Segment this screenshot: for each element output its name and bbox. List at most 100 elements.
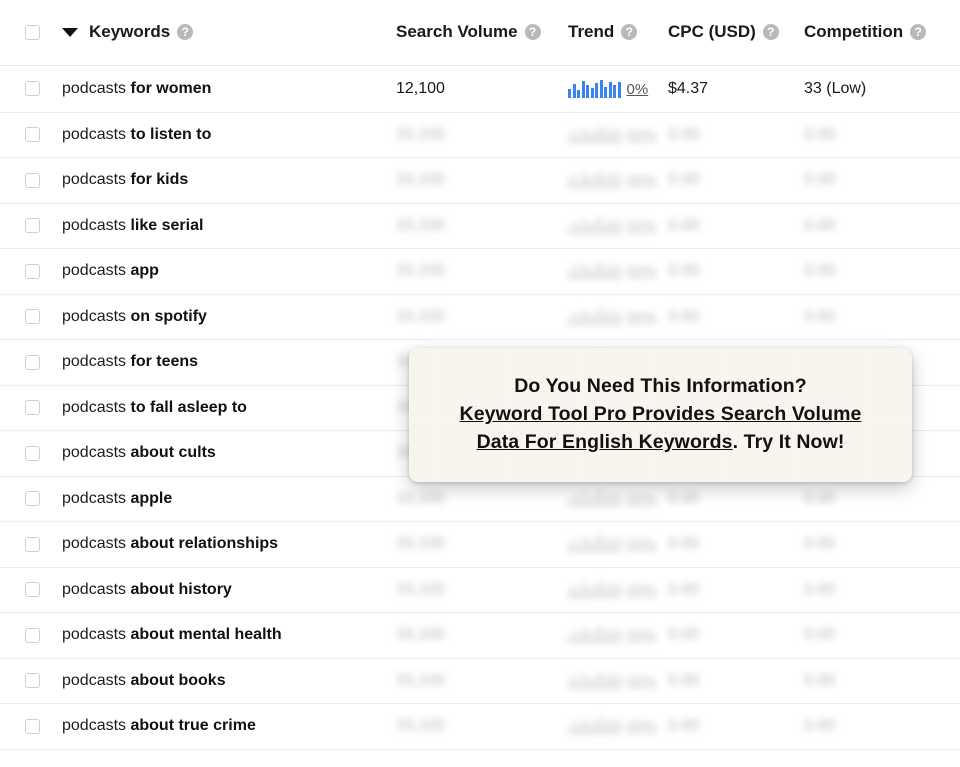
row-checkbox[interactable] [25, 355, 40, 370]
trend-percent-link[interactable]: 00% [627, 219, 657, 235]
keyword-cell[interactable]: podcasts like serial [48, 203, 396, 249]
sparkline-bar [618, 720, 621, 735]
trend-sparkline [568, 717, 621, 735]
row-checkbox[interactable] [25, 264, 40, 279]
table-row[interactable]: podcasts about true crime33,10000%0.000.… [0, 704, 960, 750]
table-row[interactable]: podcasts apple33,10000%0.000.00 [0, 476, 960, 522]
row-checkbox[interactable] [25, 719, 40, 734]
keyword-cell[interactable]: podcasts about cults [48, 431, 396, 477]
table-row[interactable]: podcasts about history33,10000%0.000.00 [0, 567, 960, 613]
sparkline-bar [586, 678, 589, 690]
trend-percent-link[interactable]: 00% [627, 173, 657, 189]
sort-descending-icon[interactable] [62, 28, 78, 37]
trend-percent-link[interactable]: 00% [627, 583, 657, 599]
table-row[interactable]: podcasts for women12,1000%$4.3733 (Low) [0, 65, 960, 112]
table-row[interactable]: podcasts for kids33,10000%0.000.00 [0, 158, 960, 204]
trend-percent-link[interactable]: 00% [627, 310, 657, 326]
sparkline-bar [600, 717, 603, 735]
keyword-cell[interactable]: podcasts to fall asleep to [48, 385, 396, 431]
table-row[interactable]: podcasts like serial33,10000%0.000.00 [0, 203, 960, 249]
header-competition[interactable]: Competition ? [804, 0, 960, 65]
sparkline-bar [595, 83, 598, 98]
header-search-volume[interactable]: Search Volume ? [396, 0, 568, 65]
keyword-cell[interactable]: podcasts for women [48, 65, 396, 112]
keyword-cell[interactable]: podcasts to listen to [48, 112, 396, 158]
row-select-cell [0, 158, 48, 204]
trend-percent-link[interactable]: 00% [627, 537, 657, 553]
keyword-cell[interactable]: podcasts about books [48, 658, 396, 704]
select-all-checkbox[interactable] [25, 25, 40, 40]
sparkline-bar [595, 492, 598, 508]
cpc-cell: 0.00 [668, 294, 804, 340]
competition-value: 0.00 [804, 308, 835, 325]
row-checkbox[interactable] [25, 628, 40, 643]
sparkline-bar [604, 269, 607, 280]
keyword-cell[interactable]: podcasts app [48, 249, 396, 295]
trend-cell: 00% [568, 158, 668, 204]
keyword-cell[interactable]: podcasts apple [48, 476, 396, 522]
row-checkbox[interactable] [25, 673, 40, 688]
trend-percent-link[interactable]: 00% [627, 128, 657, 144]
row-checkbox[interactable] [25, 400, 40, 415]
trend-sparkline [568, 217, 621, 235]
table-row[interactable]: podcasts about relationships33,10000%0.0… [0, 522, 960, 568]
trend-percent-link[interactable]: 00% [627, 674, 657, 690]
trend-percent-link[interactable]: 00% [627, 264, 657, 280]
sparkline-bar [613, 221, 616, 235]
row-select-cell [0, 658, 48, 704]
row-checkbox[interactable] [25, 218, 40, 233]
row-checkbox[interactable] [25, 309, 40, 324]
trend-percent-link[interactable]: 00% [627, 719, 657, 735]
table-row[interactable]: podcasts app33,10000%0.000.00 [0, 249, 960, 295]
sparkline-bar [568, 499, 571, 508]
sparkline-bar [595, 584, 598, 599]
promo-link-part-2[interactable]: Data For English Keywords [477, 431, 733, 453]
cpc-cell: 0.00 [668, 203, 804, 249]
help-icon-competition[interactable]: ? [910, 24, 926, 40]
header-cpc[interactable]: CPC (USD) ? [668, 0, 804, 65]
keyword-cell[interactable]: podcasts about relationships [48, 522, 396, 568]
row-checkbox[interactable] [25, 81, 40, 96]
keyword-suffix: for teens [130, 353, 198, 370]
trend-percent-link[interactable]: 00% [627, 628, 657, 644]
row-checkbox[interactable] [25, 173, 40, 188]
row-checkbox[interactable] [25, 582, 40, 597]
help-icon-search-volume[interactable]: ? [525, 24, 541, 40]
row-checkbox[interactable] [25, 537, 40, 552]
help-icon-cpc[interactable]: ? [763, 24, 779, 40]
table-row[interactable]: podcasts about books33,10000%0.000.00 [0, 658, 960, 704]
trend-sparkline [568, 262, 621, 280]
keyword-cell[interactable]: podcasts on spotify [48, 294, 396, 340]
trend-percent-link[interactable]: 00% [627, 492, 657, 508]
row-checkbox[interactable] [25, 127, 40, 142]
cpc-value: 0.00 [668, 217, 699, 234]
keyword-prefix: podcasts [62, 490, 130, 507]
table-row[interactable]: podcasts about mental health33,10000%0.0… [0, 613, 960, 659]
row-checkbox[interactable] [25, 446, 40, 461]
cpc-cell: 0.00 [668, 476, 804, 522]
header-trend[interactable]: Trend ? [568, 0, 668, 65]
table-row[interactable]: podcasts on spotify33,10000%0.000.00 [0, 294, 960, 340]
sparkline-bar [586, 175, 589, 189]
keyword-cell[interactable]: podcasts about history [48, 567, 396, 613]
search-volume-cell: 33,100 [396, 476, 568, 522]
keyword-cell[interactable]: podcasts for kids [48, 158, 396, 204]
promo-link-part-1[interactable]: Keyword Tool Pro Provides Search Volume [460, 403, 862, 425]
header-keywords[interactable]: Keywords ? [48, 0, 396, 65]
sparkline-bar [604, 87, 607, 98]
keyword-cell[interactable]: podcasts for teens [48, 340, 396, 386]
promo-popup[interactable]: Do You Need This Information? Keyword To… [409, 348, 912, 482]
promo-headline: Do You Need This Information? [514, 373, 807, 401]
help-icon-trend[interactable]: ? [621, 24, 637, 40]
sparkline-bar [573, 312, 576, 326]
help-icon-keywords[interactable]: ? [177, 24, 193, 40]
sparkline-bar [618, 493, 621, 508]
sparkline-bar [591, 634, 594, 644]
row-checkbox[interactable] [25, 491, 40, 506]
trend-percent-link[interactable]: 0% [627, 82, 649, 98]
sparkline-bar [568, 726, 571, 735]
cpc-value: 0.00 [668, 308, 699, 325]
table-row[interactable]: podcasts to listen to33,10000%0.000.00 [0, 112, 960, 158]
keyword-cell[interactable]: podcasts about mental health [48, 613, 396, 659]
keyword-cell[interactable]: podcasts about true crime [48, 704, 396, 750]
